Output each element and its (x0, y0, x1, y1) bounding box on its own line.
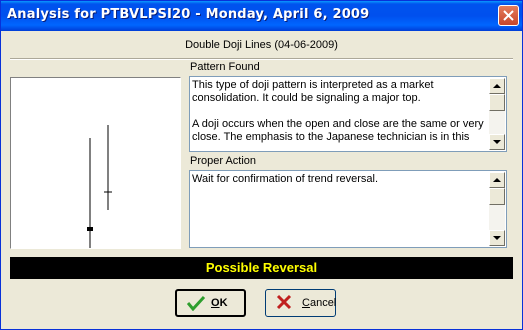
scroll-down-button[interactable] (489, 134, 505, 150)
arrow-down-icon (493, 236, 501, 240)
proper-action-scrollbar[interactable] (489, 172, 505, 246)
scroll-down-button[interactable] (489, 230, 505, 246)
pattern-title: Double Doji Lines (04-06-2009) (185, 39, 338, 51)
scroll-up-button[interactable] (489, 172, 505, 188)
proper-action-text: Wait for confirmation of trend reversal. (192, 173, 379, 185)
arrow-down-icon (493, 140, 501, 144)
cancel-label: Cancel (302, 297, 337, 309)
close-button[interactable] (498, 5, 519, 26)
scroll-up-button[interactable] (489, 78, 505, 94)
cancel-button[interactable]: Cancel (265, 289, 336, 317)
pattern-paragraph-2: A doji occurs when the open and close ar… (192, 118, 484, 143)
pattern-found-textbox[interactable]: This type of doji pattern is interpreted… (189, 76, 507, 152)
candle-1-body (87, 227, 93, 231)
arrow-up-icon (493, 178, 501, 182)
candlestick-graphic (87, 125, 112, 248)
dialog-body: Double Doji Lines (04-06-2009) Pattern F… (4, 31, 519, 327)
proper-action-textbox[interactable]: Wait for confirmation of trend reversal. (189, 170, 507, 248)
ok-button[interactable]: OK (175, 289, 246, 317)
checkmark-icon (187, 295, 205, 311)
title-bar[interactable]: Analysis for PTBVLPSI20 - Monday, April … (1, 1, 522, 31)
proper-action-label: Proper Action (190, 155, 257, 167)
divider (10, 58, 513, 60)
pattern-found-label: Pattern Found (190, 61, 260, 73)
arrow-up-icon (493, 84, 501, 88)
pattern-found-scrollbar[interactable] (489, 78, 505, 150)
ok-label: OK (211, 297, 228, 309)
candlestick-chart (10, 77, 181, 249)
close-icon (503, 10, 514, 21)
pattern-found-text: This type of doji pattern is interpreted… (192, 79, 487, 149)
window-title: Analysis for PTBVLPSI20 - Monday, April … (7, 7, 370, 22)
signal-banner: Possible Reversal (10, 257, 513, 279)
scroll-thumb[interactable] (489, 188, 505, 205)
x-icon (276, 294, 292, 310)
pattern-paragraph-1: This type of doji pattern is interpreted… (192, 79, 434, 104)
dialog-window: Analysis for PTBVLPSI20 - Monday, April … (0, 0, 523, 330)
scroll-thumb[interactable] (489, 94, 505, 111)
